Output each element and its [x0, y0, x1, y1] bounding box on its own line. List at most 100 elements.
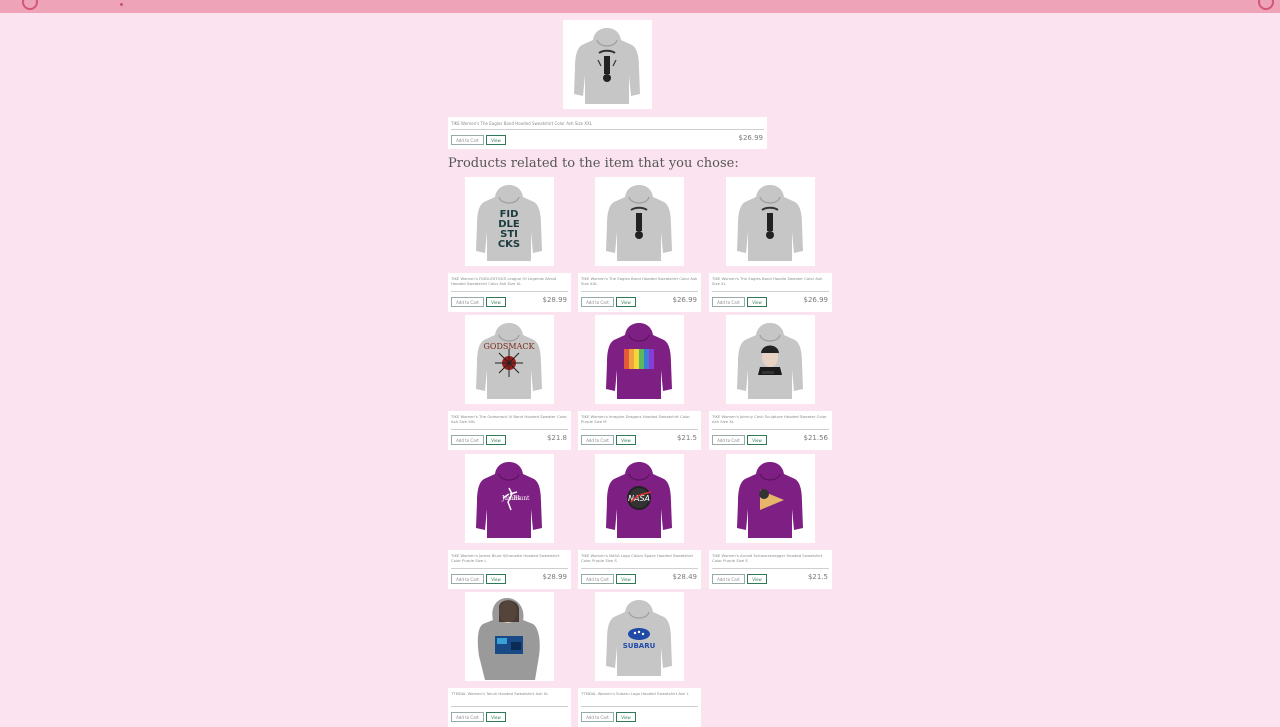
product-image[interactable]: NASA [595, 454, 684, 543]
svg-text:SUBARU: SUBARU [623, 642, 656, 650]
product-title[interactable]: TIKE Women's The Eagles Band Hooded Swea… [451, 121, 751, 126]
view-button[interactable]: View [486, 574, 506, 584]
product-card: TIKE Women's The Eagles Band Hooded Swea… [578, 273, 701, 312]
product-title[interactable]: TIKE Women's James Blunt Silhouette Hood… [451, 553, 569, 563]
add-to-cart-button[interactable]: Add to Cart [451, 435, 484, 445]
product-image[interactable]: GODSMACK [465, 315, 554, 404]
product-price: $26.99 [672, 296, 698, 304]
product-image[interactable] [726, 454, 815, 543]
divider [451, 706, 568, 707]
product-card: TIKE Women's Arnold Schwarzenegger Hoode… [709, 550, 832, 589]
product-image[interactable]: FID DLE STI CKS [465, 177, 554, 266]
divider [581, 706, 698, 707]
hoodie-image [595, 315, 684, 404]
hoodie-image [726, 315, 815, 404]
add-to-cart-button[interactable]: Add to Cart [451, 712, 484, 722]
view-button[interactable]: View [616, 574, 636, 584]
product-card: TIKE Women's FIDDLESTICKS League Of Lege… [448, 273, 571, 312]
product-image[interactable] [595, 315, 684, 404]
product-title[interactable]: TIKE Women's NASA Logo Colors Space Hood… [581, 553, 699, 563]
divider [451, 568, 568, 569]
logo-icon[interactable] [22, 0, 38, 10]
add-to-cart-button[interactable]: Add to Cart [451, 135, 484, 145]
product-title[interactable]: TIKE Women's Arnold Schwarzenegger Hoode… [712, 553, 830, 563]
hoodie-image: GODSMACK [465, 315, 554, 404]
product-image[interactable] [726, 177, 815, 266]
featured-product-card: TIKE Women's The Eagles Band Hooded Swea… [448, 117, 767, 149]
product-image[interactable] [595, 177, 684, 266]
add-to-cart-button[interactable]: Add to Cart [581, 712, 614, 722]
cart-icon[interactable] [1258, 0, 1274, 10]
hoodie-image: FIDDLESTICKS [465, 177, 554, 266]
product-card: TIKE Women's Imagine Dragons Hooded Swea… [578, 411, 701, 450]
product-image[interactable] [726, 315, 815, 404]
add-to-cart-button[interactable]: Add to Cart [712, 435, 745, 445]
product-card: TIKE Women's Johnny Cash Sculpture Hoode… [709, 411, 832, 450]
product-price: $28.49 [672, 573, 698, 581]
product-card: TTMDAL Women's Tonuk Hooded Sweatshirt A… [448, 688, 571, 727]
product-price: $21.56 [803, 434, 829, 442]
divider [581, 429, 698, 430]
add-to-cart-button[interactable]: Add to Cart [451, 297, 484, 307]
product-price: $26.99 [803, 296, 829, 304]
add-to-cart-button[interactable]: Add to Cart [712, 574, 745, 584]
product-price: $21.5 [676, 434, 697, 442]
product-title[interactable]: TIKE Women's The Eagles Band Hoodie Swea… [712, 276, 830, 286]
hoodie-image: JamesBlunt [465, 454, 554, 543]
divider [451, 129, 764, 130]
view-button[interactable]: View [616, 297, 636, 307]
add-to-cart-button[interactable]: Add to Cart [451, 574, 484, 584]
add-to-cart-button[interactable]: Add to Cart [712, 297, 745, 307]
add-to-cart-button[interactable]: Add to Cart [581, 435, 614, 445]
hoodie-image [726, 177, 815, 266]
hoodie-image: NASA [595, 454, 684, 543]
divider [451, 291, 568, 292]
product-title[interactable]: TIKE Women's FIDDLESTICKS League Of Lege… [451, 276, 569, 286]
hoodie-image [465, 592, 554, 681]
product-card: TTMDAL Women's Subaru Logo Hooded Sweats… [578, 688, 701, 727]
product-card: TIKE Women's The Godsmack IV Band Hooded… [448, 411, 571, 450]
divider [712, 568, 829, 569]
product-price: $26.99 [738, 134, 764, 142]
divider [581, 568, 698, 569]
add-to-cart-button[interactable]: Add to Cart [581, 574, 614, 584]
product-price: $28.99 [542, 296, 568, 304]
hoodie-image [574, 28, 640, 104]
svg-text:CKS: CKS [498, 239, 520, 250]
product-price: $28.99 [542, 573, 568, 581]
menu-dot-icon [120, 3, 123, 6]
divider [712, 291, 829, 292]
product-title[interactable]: TTMDAL Women's Subaru Logo Hooded Sweats… [581, 691, 699, 696]
divider [581, 291, 698, 292]
product-price: $21.8 [546, 434, 567, 442]
view-button[interactable]: View [747, 435, 767, 445]
hoodie-image [726, 454, 815, 543]
view-button[interactable]: View [486, 135, 506, 145]
product-title[interactable]: TIKE Women's Johnny Cash Sculpture Hoode… [712, 414, 830, 424]
divider [712, 429, 829, 430]
view-button[interactable]: View [486, 297, 506, 307]
svg-text:Blunt: Blunt [513, 495, 530, 502]
featured-product-image[interactable] [563, 20, 652, 109]
view-button[interactable]: View [486, 712, 506, 722]
view-button[interactable]: View [747, 297, 767, 307]
product-card: TIKE Women's James Blunt Silhouette Hood… [448, 550, 571, 589]
product-title[interactable]: TTMDAL Women's Tonuk Hooded Sweatshirt A… [451, 691, 569, 696]
product-image[interactable]: SUBARU [595, 592, 684, 681]
view-button[interactable]: View [616, 435, 636, 445]
product-title[interactable]: TIKE Women's Imagine Dragons Hooded Swea… [581, 414, 699, 424]
top-bar [0, 0, 1280, 13]
view-button[interactable]: View [747, 574, 767, 584]
view-button[interactable]: View [616, 712, 636, 722]
product-price: $21.5 [807, 573, 828, 581]
divider [451, 429, 568, 430]
view-button[interactable]: View [486, 435, 506, 445]
product-image[interactable] [465, 592, 554, 681]
product-image[interactable]: James Blunt [465, 454, 554, 543]
hoodie-image: SUBARU [595, 592, 684, 681]
product-title[interactable]: TIKE Women's The Godsmack IV Band Hooded… [451, 414, 569, 424]
product-title[interactable]: TIKE Women's The Eagles Band Hooded Swea… [581, 276, 699, 286]
product-card: TIKE Women's NASA Logo Colors Space Hood… [578, 550, 701, 589]
product-card: TIKE Women's The Eagles Band Hoodie Swea… [709, 273, 832, 312]
add-to-cart-button[interactable]: Add to Cart [581, 297, 614, 307]
